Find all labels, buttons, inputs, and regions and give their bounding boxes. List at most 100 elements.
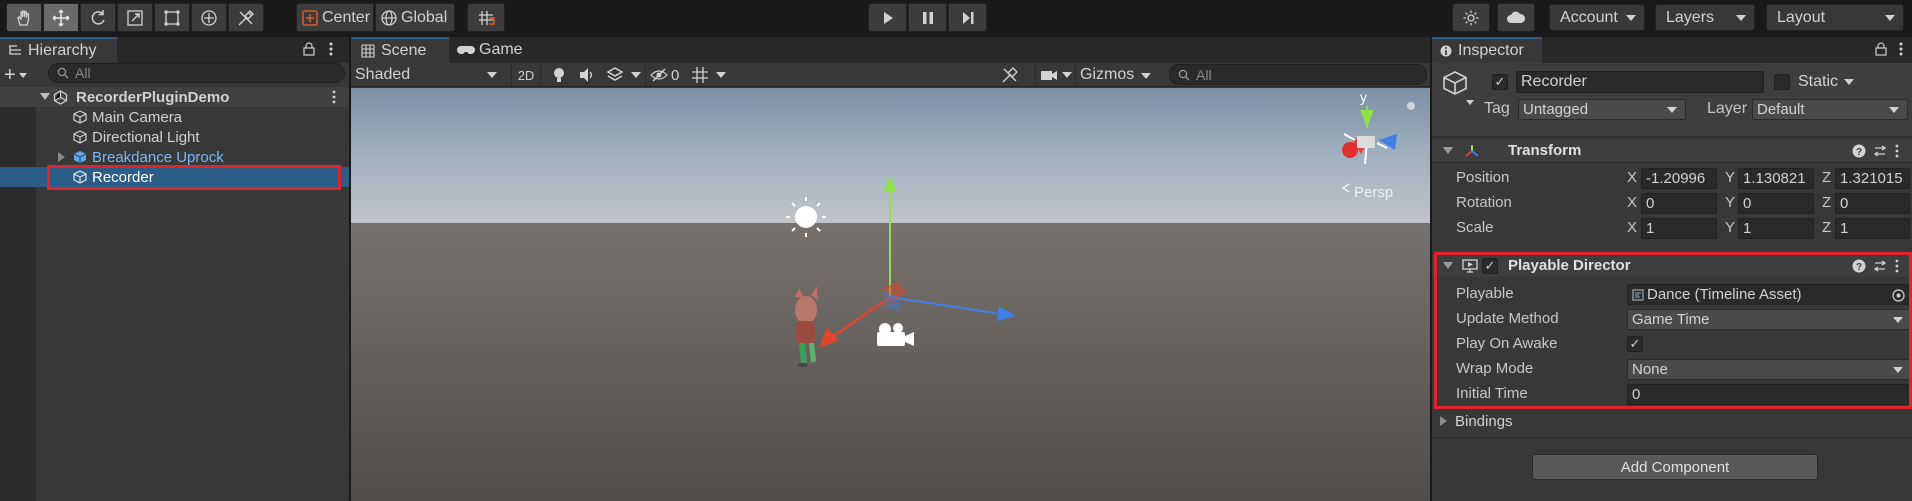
scale-tool-button[interactable]	[117, 3, 153, 32]
bindings-foldout[interactable]: Bindings	[1440, 411, 1640, 431]
pause-button[interactable]	[908, 3, 947, 32]
main-toolbar: Center Global Account Layers Layout	[0, 0, 1912, 35]
chevron-down-icon	[1667, 107, 1677, 113]
hierarchy-item-label: Directional Light	[92, 128, 200, 146]
rotation-y-input[interactable]: 0	[1738, 193, 1814, 214]
scale-x-input[interactable]: 1	[1641, 218, 1717, 239]
tab-inspector[interactable]: Inspector	[1432, 37, 1542, 63]
rect-tool-button[interactable]	[154, 3, 190, 32]
static-dropdown[interactable]: Static	[1798, 72, 1855, 92]
position-z-input[interactable]: 1.321015	[1835, 168, 1910, 189]
shading-mode-label: Shaded	[355, 66, 411, 83]
services-icon	[1463, 10, 1479, 25]
scale-y-value: 1	[1743, 220, 1752, 237]
chevron-down-icon[interactable]	[716, 72, 726, 78]
preset-icon[interactable]	[1873, 144, 1887, 158]
cloud-button[interactable]	[1497, 3, 1535, 32]
lighting-toggle-icon[interactable]	[551, 66, 571, 84]
step-icon	[962, 11, 973, 24]
grid-toggle-icon[interactable]	[691, 66, 711, 84]
scene-row[interactable]: RecorderPluginDemo	[0, 87, 349, 107]
scale-y-input[interactable]: 1	[1738, 218, 1814, 239]
layer-dropdown[interactable]: Default	[1752, 99, 1908, 120]
lock-icon[interactable]	[1875, 42, 1887, 56]
tab-scene[interactable]: Scene	[351, 37, 449, 63]
active-checkbox[interactable]: ✓	[1492, 74, 1508, 90]
shading-mode-dropdown[interactable]: Shaded	[355, 64, 505, 86]
hierarchy-item-main-camera[interactable]: Main Camera	[0, 107, 349, 127]
chevron-down-icon[interactable]	[631, 72, 641, 78]
rotate-tool-button[interactable]	[80, 3, 116, 32]
hand-tool-button[interactable]	[6, 3, 42, 32]
tools-icon	[238, 9, 254, 25]
scale-z-input[interactable]: 1	[1835, 218, 1910, 239]
lock-icon[interactable]	[303, 42, 315, 56]
gizmo-y-label: y	[1360, 89, 1367, 105]
collapse-arrow-icon[interactable]	[58, 152, 65, 162]
hierarchy-item-directional-light[interactable]: Directional Light	[0, 127, 349, 147]
global-local-toggle[interactable]: Global	[375, 3, 455, 32]
transform-tool-button[interactable]	[191, 3, 227, 32]
divider	[1432, 437, 1912, 438]
2d-mode-toggle[interactable]: 2D	[511, 64, 541, 86]
scene-search-input[interactable]: All	[1169, 64, 1427, 85]
kebab-menu-icon[interactable]	[1897, 41, 1905, 57]
axis-x-label: X	[1627, 194, 1638, 211]
account-dropdown[interactable]: Account	[1549, 4, 1645, 31]
grid-snap-button[interactable]	[467, 3, 505, 32]
hierarchy-item-label: Main Camera	[92, 108, 183, 126]
kebab-menu-icon[interactable]	[1894, 143, 1900, 159]
hierarchy-panel: Hierarchy + All RecorderPluginDemo Main …	[0, 37, 349, 501]
play-button[interactable]	[868, 3, 907, 32]
inspector-tabbar: Inspector	[1432, 37, 1912, 63]
expand-arrow-icon[interactable]	[40, 93, 50, 100]
axis-z-label: Z	[1822, 169, 1832, 186]
hidden-count: 0	[671, 66, 680, 84]
2d-label: 2D	[517, 67, 535, 83]
tools-toggle-icon[interactable]	[1001, 66, 1021, 84]
gizmos-dropdown[interactable]: Gizmos	[1075, 64, 1157, 86]
rotation-x-input[interactable]: 0	[1641, 193, 1717, 214]
hierarchy-tree: RecorderPluginDemo Main Camera Direction…	[0, 87, 349, 501]
hierarchy-search-input[interactable]: All	[48, 63, 345, 83]
audio-toggle-icon[interactable]	[578, 66, 598, 84]
add-component-button[interactable]: Add Component	[1532, 454, 1818, 480]
annotation-highlight-recorder	[47, 165, 341, 190]
unity-scene-icon	[53, 90, 68, 105]
object-name-input[interactable]: Recorder	[1516, 71, 1764, 93]
expand-arrow-icon[interactable]	[1443, 147, 1453, 154]
hierarchy-item-breakdance-uprock[interactable]: Breakdance Uprock	[0, 147, 349, 167]
rotation-z-input[interactable]: 0	[1835, 193, 1910, 214]
chevron-down-icon	[1844, 79, 1855, 85]
help-icon[interactable]: ?	[1852, 144, 1866, 158]
prefab-cube-icon	[73, 151, 87, 163]
add-component-label: Add Component	[1620, 458, 1730, 476]
kebab-menu-icon[interactable]	[327, 41, 335, 57]
layout-dropdown[interactable]: Layout	[1766, 4, 1904, 31]
tab-game[interactable]: Game	[449, 37, 535, 63]
custom-tool-button[interactable]	[228, 3, 264, 32]
layers-dropdown[interactable]: Layers	[1655, 4, 1755, 31]
tab-hierarchy[interactable]: Hierarchy	[0, 37, 117, 63]
position-y-input[interactable]: 1.130821	[1738, 168, 1814, 189]
effects-toggle-icon[interactable]	[606, 66, 626, 84]
services-button[interactable]	[1452, 3, 1490, 32]
scene-visibility-toggle[interactable]: 0	[645, 64, 685, 86]
scene-viewport[interactable]: y Persp	[351, 88, 1430, 501]
step-button[interactable]	[948, 3, 987, 32]
create-button[interactable]: +	[4, 65, 34, 85]
play-icon	[883, 11, 893, 24]
hand-icon	[17, 9, 30, 26]
tag-dropdown[interactable]: Untagged	[1518, 99, 1686, 120]
gameobject-cube-icon	[1443, 71, 1467, 95]
position-x-input[interactable]: -1.20996	[1641, 168, 1717, 189]
gamepad-icon	[457, 46, 475, 54]
camera-settings-button[interactable]	[1035, 64, 1075, 86]
chevron-down-icon[interactable]	[1466, 100, 1474, 105]
static-checkbox[interactable]	[1774, 74, 1790, 90]
move-tool-button[interactable]	[43, 3, 79, 32]
pivot-center-toggle[interactable]: Center	[296, 3, 374, 32]
kebab-menu-icon[interactable]	[331, 89, 337, 105]
transform-header[interactable]: Transform ?	[1432, 138, 1912, 163]
pivot-center-icon	[302, 9, 318, 26]
